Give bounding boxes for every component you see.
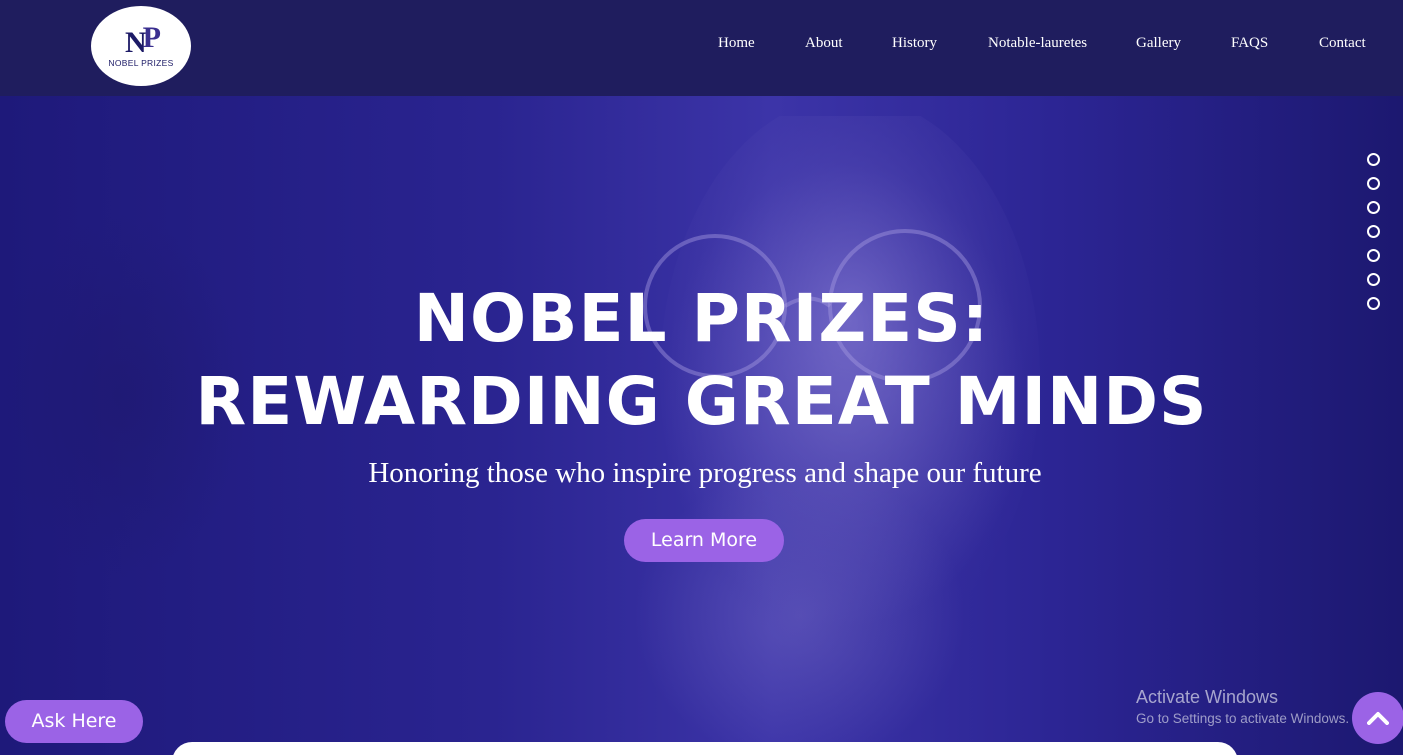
nav-item-about[interactable]: About	[805, 34, 843, 52]
slider-dots	[1367, 153, 1381, 313]
scroll-to-top-button[interactable]	[1352, 692, 1403, 744]
hero-title-line-1: NOBEL PRIZES:	[413, 280, 990, 357]
hero-section: NOBEL PRIZES: REWARDING GREAT MINDS Hono…	[0, 96, 1403, 755]
slider-dot[interactable]	[1367, 297, 1380, 310]
hero-subtitle: Honoring those who inspire progress and …	[368, 457, 1042, 489]
watermark-title: Activate Windows	[1136, 687, 1279, 707]
slider-dot[interactable]	[1367, 177, 1380, 190]
nav-menu: Home About History Notable-lauretes Gall…	[0, 34, 1403, 54]
learn-more-button[interactable]: Learn More	[624, 519, 784, 562]
nav-item-notable-laureates[interactable]: Notable-lauretes	[988, 34, 1087, 52]
nav-item-faqs[interactable]: FAQS	[1231, 34, 1268, 52]
slider-dot[interactable]	[1367, 225, 1380, 238]
slider-dot[interactable]	[1367, 153, 1380, 166]
nav-item-history[interactable]: History	[892, 34, 937, 52]
hero-title-line-2: REWARDING GREAT MINDS	[195, 363, 1208, 440]
navbar: NP NOBEL PRIZES Home About History Notab…	[0, 0, 1403, 96]
slider-dot[interactable]	[1367, 201, 1380, 214]
watermark-subtitle: Go to Settings to activate Windows.	[1136, 711, 1350, 726]
slider-dot[interactable]	[1367, 249, 1380, 262]
windows-activation-watermark: Activate Windows Go to Settings to activ…	[1136, 686, 1349, 729]
slider-dot[interactable]	[1367, 273, 1380, 286]
content-panel	[172, 742, 1238, 755]
logo-text: NOBEL PRIZES	[108, 57, 174, 68]
chevron-up-icon	[1367, 712, 1389, 725]
nav-item-contact[interactable]: Contact	[1319, 34, 1366, 52]
nav-item-home[interactable]: Home	[718, 34, 755, 52]
nav-item-gallery[interactable]: Gallery	[1136, 34, 1181, 52]
ask-here-button[interactable]: Ask Here	[5, 700, 143, 743]
